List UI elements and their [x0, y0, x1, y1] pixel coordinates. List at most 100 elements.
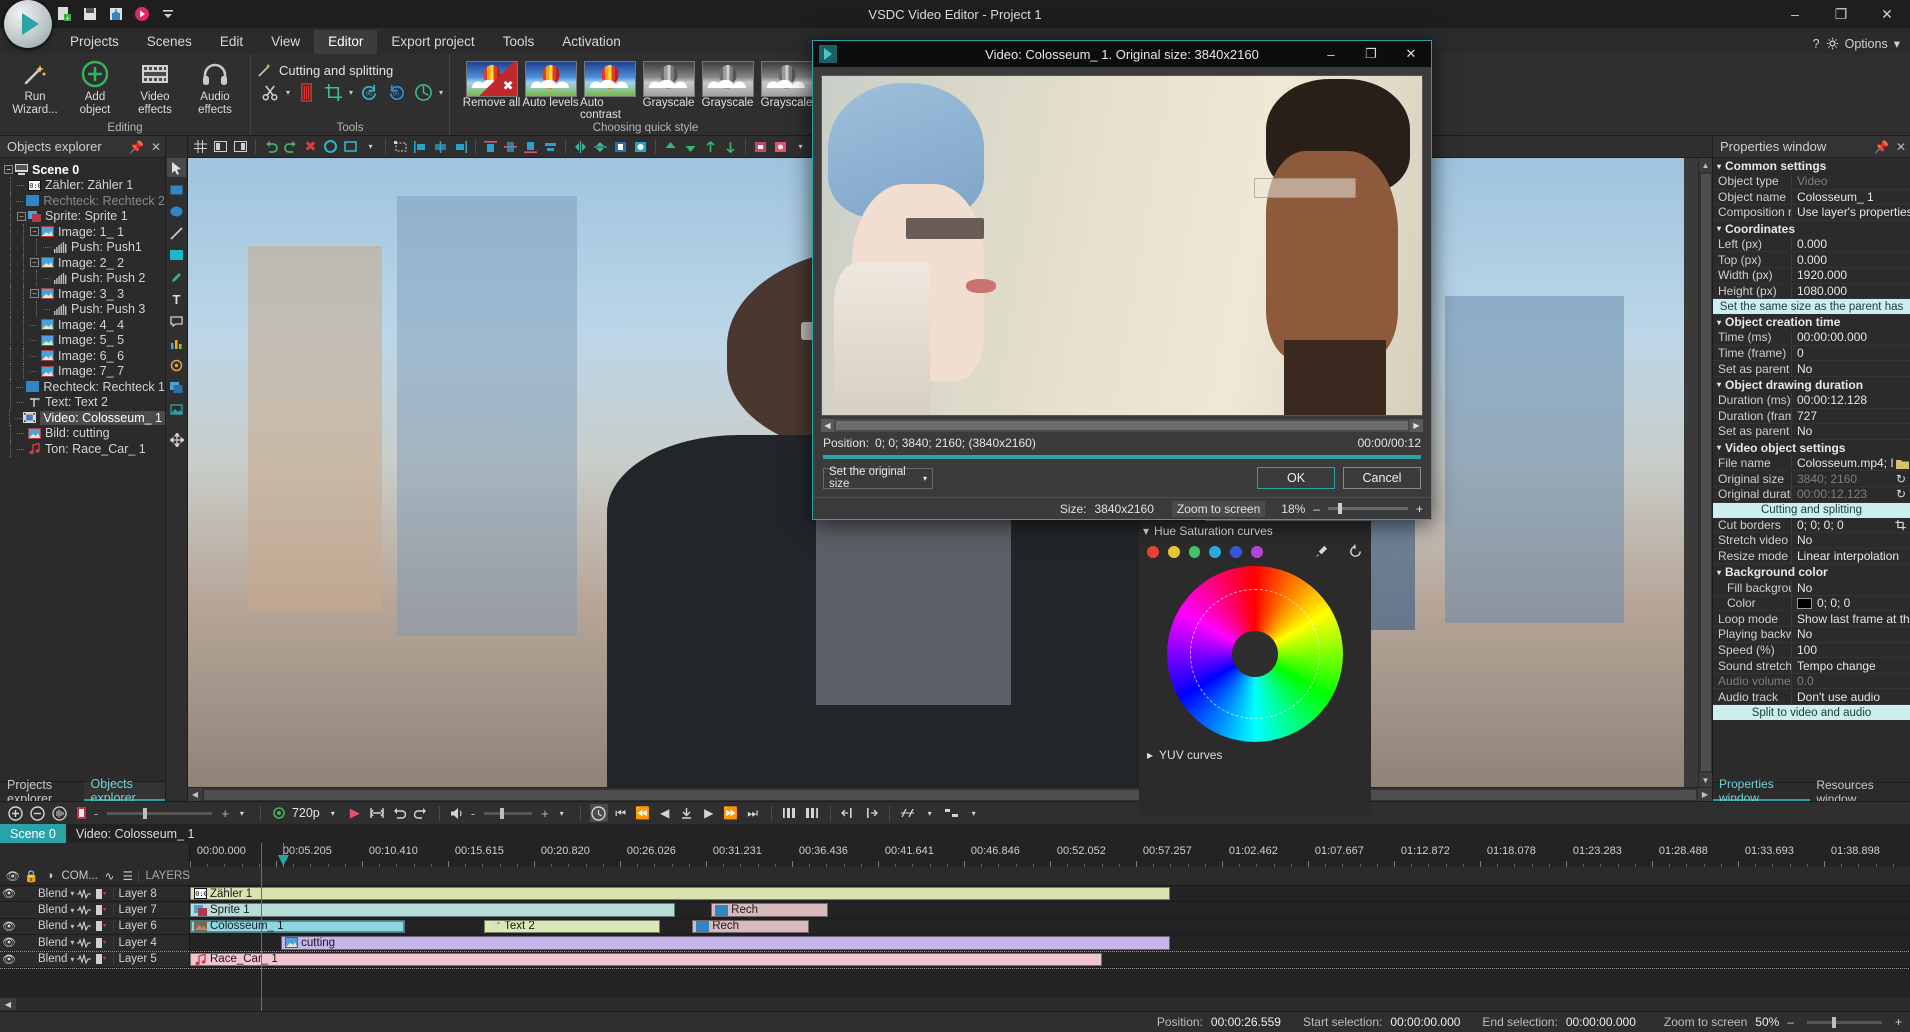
pen-tool-icon[interactable] [167, 268, 186, 287]
help-icon[interactable]: ? [1813, 37, 1820, 51]
dialog-zoom-to-screen-button[interactable]: Zoom to screen [1172, 501, 1265, 517]
menu-view[interactable]: View [257, 30, 314, 54]
properties-list[interactable]: ▾Common settingsObject typeVideoObject n… [1713, 158, 1910, 782]
chevron-down-icon[interactable]: ▾ [923, 474, 927, 483]
scroll-up-icon[interactable]: ▲ [1699, 158, 1713, 172]
expander-icon[interactable]: − [30, 289, 39, 298]
dialog-zoom-slider[interactable] [1328, 507, 1408, 510]
objects-tree[interactable]: −Scene 00:0Zähler: Zähler 1Rechteck: Rec… [0, 158, 165, 781]
new-project-icon[interactable]: + [56, 6, 72, 22]
property-section[interactable]: ▾Common settings [1713, 158, 1910, 174]
property-section[interactable]: ▾Object drawing duration [1713, 377, 1910, 393]
timeline-layer-row[interactable]: 👁Blend▾Layer 4cutting [0, 935, 1910, 951]
property-row[interactable]: Audio volume (dB)0.0 [1713, 674, 1910, 690]
skip-start-icon[interactable]: ⏮ [612, 804, 630, 822]
lock-icon[interactable]: 🔒 [24, 869, 38, 883]
dialog-minimize-button[interactable]: – [1311, 41, 1351, 67]
bring-front-icon[interactable] [662, 138, 679, 155]
tree-item[interactable]: Text: Text 2 [4, 395, 165, 411]
skip-end-icon[interactable]: ⏭ [744, 804, 762, 822]
timeline-ruler[interactable]: 00:00.00000:05.20500:10.41000:15.61500:2… [190, 843, 1910, 867]
property-value[interactable]: 0; 0; 0 [1791, 596, 1910, 610]
property-value[interactable]: No [1791, 627, 1910, 641]
scroll-down-icon[interactable]: ▼ [1699, 773, 1713, 787]
quick-style-remove-all[interactable]: Remove all [462, 61, 521, 109]
blend-mode-label[interactable]: Blend [38, 937, 67, 949]
marker-icon[interactable] [72, 804, 90, 822]
hsl-header[interactable]: ▾ Hue Saturation curves [1139, 521, 1371, 541]
property-value[interactable]: No [1791, 362, 1910, 376]
audio-effects-button[interactable]: Audio effects [186, 57, 244, 119]
tree-item[interactable]: Image: 7_ 7 [4, 364, 165, 380]
add-object-button[interactable]: Add object [66, 57, 124, 119]
scene-tab-scene0[interactable]: Scene 0 [0, 824, 66, 843]
video-effects-button[interactable]: Video effects [126, 57, 184, 119]
tree-item[interactable]: −Sprite: Sprite 1 [4, 209, 165, 225]
dialog-ok-button[interactable]: OK [1257, 467, 1335, 489]
menu-tools[interactable]: Tools [489, 30, 549, 54]
property-value[interactable]: 1080.000 [1791, 284, 1910, 298]
play-icon[interactable]: ▶ [700, 804, 718, 822]
line-tool-icon[interactable] [167, 224, 186, 243]
status-zoom-label[interactable]: Zoom to screen [1664, 1015, 1747, 1029]
maximize-button[interactable]: ❐ [1818, 0, 1864, 28]
flip-h-icon[interactable] [572, 138, 589, 155]
blend-mode-label[interactable]: Blend [38, 904, 67, 916]
waveform-icon[interactable] [77, 921, 92, 931]
property-value[interactable]: Colosseum.mp4; I [1791, 456, 1910, 470]
property-row[interactable]: Set as parent duNo [1713, 361, 1910, 377]
grid-icon[interactable] [192, 138, 209, 155]
tree-item[interactable]: 0:0Zähler: Zähler 1 [4, 178, 165, 194]
chevron-down-icon[interactable]: ▾ [70, 922, 74, 931]
status-zoom-minus[interactable]: – [1787, 1015, 1794, 1029]
rect-tool-icon[interactable] [167, 180, 186, 199]
timeline-clip[interactable]: Colosseum_ 1 [190, 920, 405, 933]
snap-grid-icon[interactable] [899, 804, 917, 822]
scissors-icon[interactable] [259, 81, 281, 103]
waveform-icon[interactable] [77, 954, 92, 964]
waveform-icon[interactable]: ∿ [102, 869, 117, 883]
loop-start-icon[interactable] [390, 804, 408, 822]
hotspot-icon[interactable] [167, 356, 186, 375]
redo-icon[interactable] [282, 138, 299, 155]
chevron-down-icon[interactable]: ▾ [1717, 568, 1721, 577]
blend-mode-label[interactable]: Blend [38, 888, 67, 900]
property-value[interactable]: Don't use audio [1791, 690, 1910, 704]
save-icon[interactable] [82, 6, 98, 22]
property-value[interactable]: 100 [1791, 643, 1910, 657]
expander-icon[interactable]: − [4, 165, 13, 174]
list-icon[interactable]: ☰ [121, 869, 134, 883]
minimize-button[interactable]: – [1772, 0, 1818, 28]
frame-icon[interactable] [368, 804, 386, 822]
rewind-icon[interactable]: ⏪ [634, 804, 652, 822]
property-row[interactable]: Color0; 0; 0 [1713, 596, 1910, 612]
scroll-thumb[interactable] [1701, 174, 1711, 771]
expander-icon[interactable]: − [30, 258, 39, 267]
status-zoom-plus[interactable]: + [1895, 1015, 1902, 1029]
fill-tool-icon[interactable] [167, 246, 186, 265]
timeline-layers[interactable]: 👁Blend▾Layer 80:0Zähler 1👁Blend▾Layer 7S… [0, 886, 1910, 997]
quick-style-auto-contrast[interactable]: Auto contrast [580, 61, 639, 121]
property-section[interactable]: ▾Object creation time [1713, 314, 1910, 330]
trim-end-icon[interactable] [862, 804, 880, 822]
marker-icon[interactable] [167, 400, 186, 419]
property-row[interactable]: Set as parent duNo [1713, 424, 1910, 440]
tab-objects-explorer[interactable]: Objects explorer [84, 782, 165, 801]
timeline-clip[interactable]: 0:0Zähler 1 [190, 887, 1170, 900]
chevron-down-icon[interactable]: ▾ [1894, 36, 1900, 51]
zoom-out-icon[interactable] [28, 804, 46, 822]
eye-icon[interactable]: 👁 [5, 869, 20, 883]
property-value[interactable]: 00:00:00.000 [1791, 330, 1910, 344]
crop-icon[interactable] [322, 81, 344, 103]
chart-icon[interactable] [167, 334, 186, 353]
swatch-magenta[interactable] [1251, 546, 1263, 558]
dist-top-icon[interactable] [482, 138, 499, 155]
layer-name[interactable]: Layer 5 [113, 953, 156, 965]
property-action-band[interactable]: Split to video and audio [1713, 705, 1910, 720]
run-wizard-button[interactable]: Run Wizard... [6, 57, 64, 119]
scroll-thumb[interactable] [836, 421, 1408, 430]
text-tool-icon[interactable]: T [167, 290, 186, 309]
status-zoom-slider[interactable] [1807, 1021, 1882, 1024]
reset-icon[interactable]: ↻ [1896, 472, 1910, 486]
render-icon[interactable] [134, 6, 150, 22]
